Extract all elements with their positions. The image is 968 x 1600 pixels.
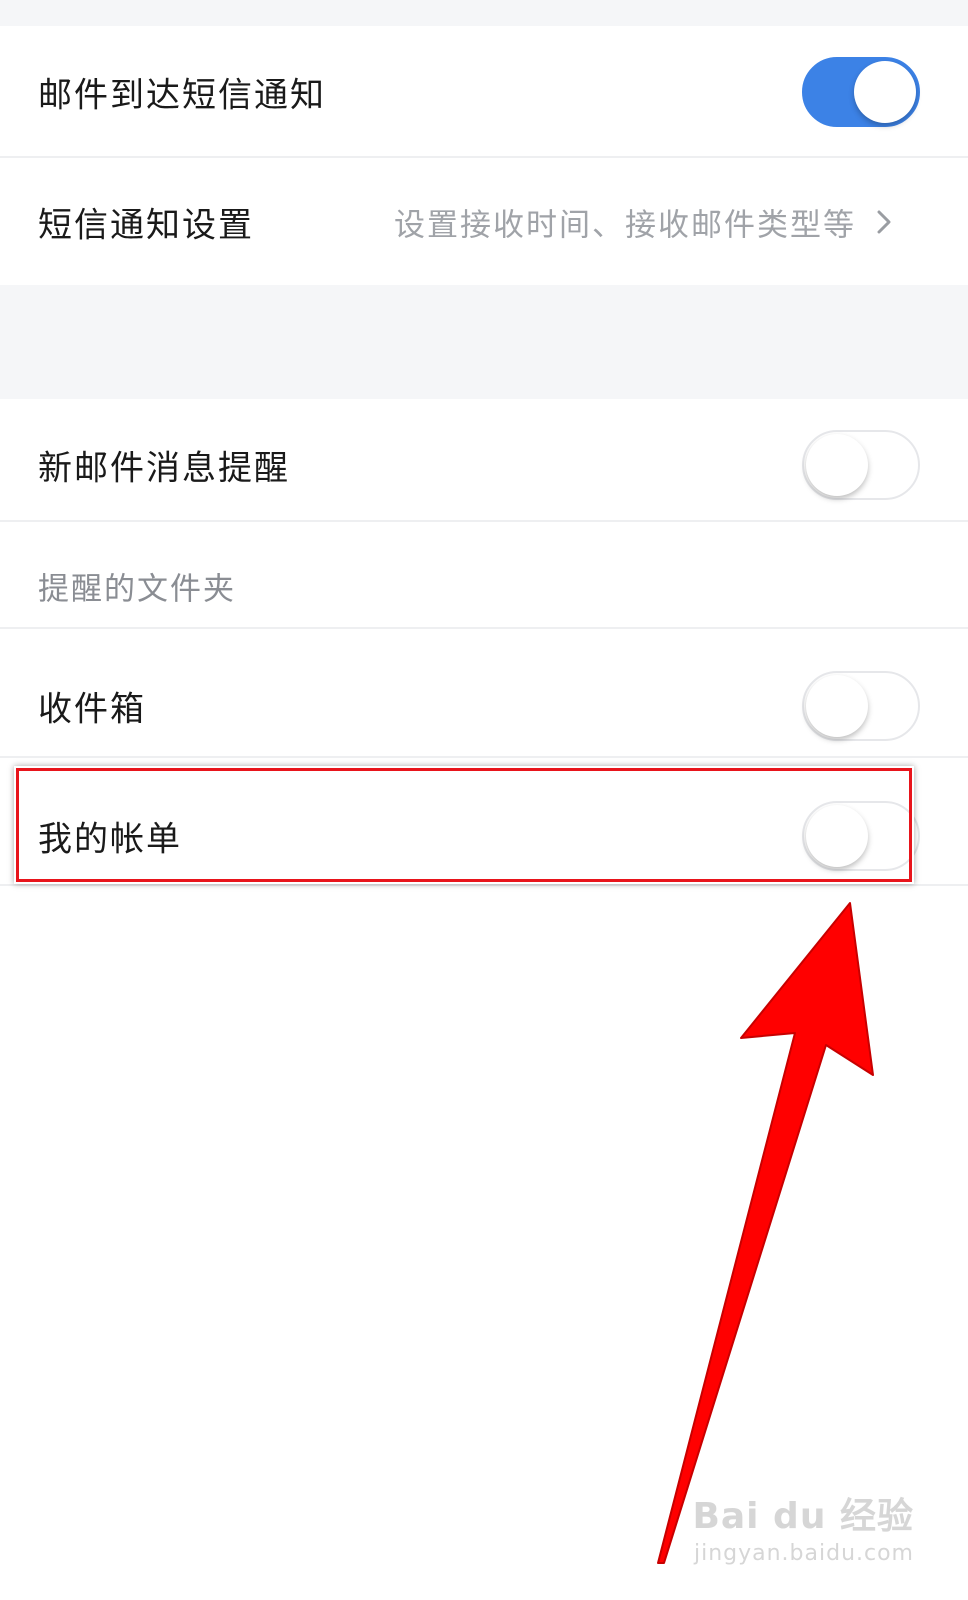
sms-arrival-toggle[interactable]: [802, 57, 920, 127]
new-mail-alert-label: 新邮件消息提醒: [38, 448, 290, 489]
setting-row-inbox[interactable]: 收件箱: [0, 641, 968, 771]
new-mail-alert-toggle[interactable]: [802, 430, 920, 500]
inbox-toggle[interactable]: [802, 671, 920, 741]
sms-arrival-label: 邮件到达短信通知: [38, 75, 326, 116]
watermark-url: jingyan.baidu.com: [693, 1541, 914, 1566]
setting-row-new-mail-alert[interactable]: 新邮件消息提醒: [0, 399, 968, 531]
divider: [0, 756, 968, 758]
watermark: Bai du 经验 jingyan.baidu.com: [692, 1487, 914, 1566]
folders-section-header: 提醒的文件夹: [0, 531, 968, 641]
setting-row-sms-arrival[interactable]: 邮件到达短信通知: [0, 26, 968, 158]
annotation-highlight-box: [16, 768, 912, 882]
setting-row-sms-settings[interactable]: 短信通知设置 设置接收时间、接收邮件类型等: [0, 158, 968, 285]
sms-settings-hint: 设置接收时间、接收邮件类型等: [394, 207, 856, 243]
divider: [0, 520, 968, 522]
toggle-knob: [806, 675, 868, 737]
watermark-brand: Bai du 经验: [692, 1496, 914, 1537]
section-gap: [0, 285, 968, 399]
top-gray-band: [0, 0, 968, 26]
chevron-right-icon: [877, 210, 891, 233]
inbox-label: 收件箱: [38, 689, 146, 730]
divider: [0, 884, 968, 886]
sms-settings-label: 短信通知设置: [38, 205, 254, 245]
folders-header-label: 提醒的文件夹: [38, 571, 236, 608]
toggle-knob: [806, 434, 868, 496]
toggle-knob: [854, 61, 916, 123]
divider: [0, 627, 968, 629]
